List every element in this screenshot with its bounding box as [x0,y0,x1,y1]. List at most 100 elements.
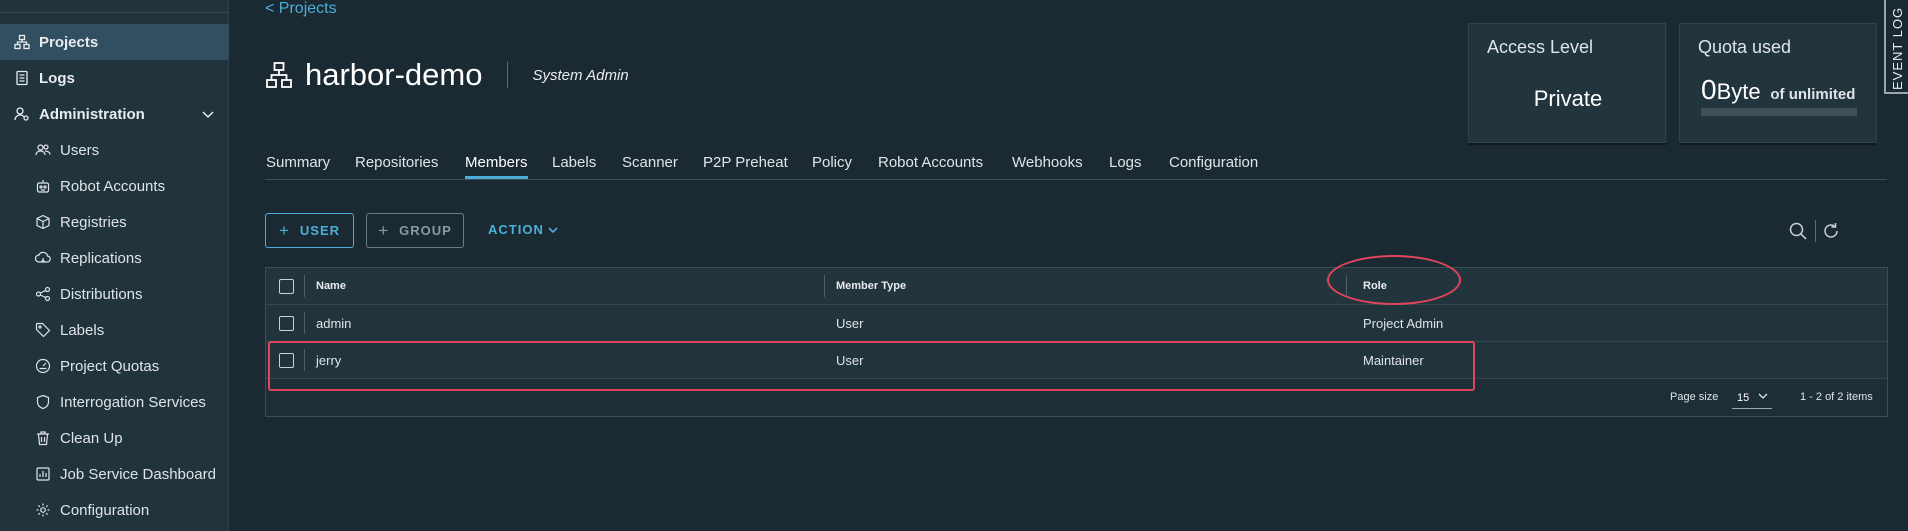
sidebar-item-project-quotas[interactable]: Project Quotas [0,348,229,384]
trash-icon [35,430,51,446]
tab-members[interactable]: Members [465,154,528,179]
sidebar-item-label: Replications [60,249,142,267]
users-icon [35,142,51,158]
administration-icon [14,106,30,122]
gear-icon [35,502,51,518]
distributions-icon [35,286,51,302]
sidebar-item-label: Projects [39,33,99,51]
tab-scanner[interactable]: Scanner [622,154,678,179]
robot-icon [35,178,51,194]
member-role: Project Admin [1363,315,1444,331]
jerry-row-highlight-box [268,341,1475,391]
sidebar-item-administration[interactable]: Administration [0,96,229,132]
tab-summary[interactable]: Summary [266,154,330,179]
tab-logs[interactable]: Logs [1109,154,1142,179]
project-icon [266,62,292,88]
sidebar-item-clean-up[interactable]: Clean Up [0,420,229,456]
page-size-label: Page size [1670,391,1719,403]
tab-labels[interactable]: Labels [552,154,596,179]
sidebar-item-label: Distributions [60,285,143,303]
add-group-label: GROUP [399,223,452,238]
member-name: admin [316,315,352,331]
project-tabs: Summary Repositories Members Labels Scan… [265,150,1887,180]
select-all-checkbox[interactable] [279,279,294,294]
sidebar-item-label: Configuration [60,501,150,519]
table-row[interactable]: admin User Project Admin [266,305,1887,342]
column-header-name[interactable]: Name [316,268,346,304]
tab-webhooks[interactable]: Webhooks [1012,154,1083,179]
plus-icon: + [278,220,290,240]
search-icon[interactable] [1788,221,1808,241]
shield-icon [35,394,51,410]
column-divider [304,312,305,334]
sidebar-item-label: Administration [39,105,145,123]
sidebar-item-job-service-dashboard[interactable]: Job Service Dashboard [0,456,229,492]
sidebar: Projects Logs Administration Users Robot… [0,0,229,531]
quotas-icon [35,358,51,374]
sidebar-item-label: Labels [60,321,105,339]
column-divider [304,275,305,297]
chevron-down-icon [1758,393,1768,399]
quota-progress-bar [1701,108,1857,116]
page-title: harbor-demo [305,57,483,92]
toolbar-divider [1815,220,1816,242]
table-header: Name Member Type Role [266,268,1887,305]
quota-used-value: 0Byte of unlimited [1701,74,1855,106]
sidebar-item-projects[interactable]: Projects [0,24,229,60]
quota-limit: of unlimited [1770,86,1856,103]
row-checkbox[interactable] [279,316,294,331]
access-level-title: Access Level [1487,37,1594,57]
chevron-down-icon [548,226,558,233]
sidebar-item-labels[interactable]: Labels [0,312,229,348]
refresh-icon[interactable] [1821,221,1841,241]
action-dropdown[interactable]: ACTION [488,222,559,237]
sidebar-item-label: Logs [39,69,75,87]
tab-policy[interactable]: Policy [812,154,852,179]
tab-configuration[interactable]: Configuration [1169,154,1258,179]
page-size-value: 15 [1737,392,1750,404]
sidebar-item-label: Job Service Dashboard [60,465,216,483]
tab-robot-accounts[interactable]: Robot Accounts [878,154,983,179]
pagination-count: 1 - 2 of 2 items [1800,391,1873,403]
sidebar-divider [0,12,229,13]
quota-used-card: Quota used 0Byte of unlimited [1679,23,1877,143]
sidebar-item-registries[interactable]: Registries [0,204,229,240]
action-label: ACTION [488,222,544,237]
add-group-button[interactable]: + GROUP [366,213,464,248]
dashboard-icon [35,466,51,482]
member-type: User [836,315,864,331]
page-size-select[interactable]: 15 [1732,389,1772,409]
sidebar-item-robot-accounts[interactable]: Robot Accounts [0,168,229,204]
sidebar-item-label: Registries [60,213,127,231]
sidebar-item-distributions[interactable]: Distributions [0,276,229,312]
access-level-card: Access Level Private [1468,23,1666,143]
access-level-value: Private [1533,86,1603,111]
sidebar-item-users[interactable]: Users [0,132,229,168]
logs-icon [14,70,30,86]
tab-repositories[interactable]: Repositories [355,154,438,179]
sidebar-item-label: Robot Accounts [60,177,166,195]
column-header-member-type[interactable]: Member Type [836,268,906,304]
replications-icon [35,250,51,266]
quota-amount: 0 [1701,74,1717,105]
page-title-row: harbor-demo System Admin [265,57,629,93]
sidebar-item-interrogation-services[interactable]: Interrogation Services [0,384,229,420]
sidebar-item-logs[interactable]: Logs [0,60,229,96]
add-user-label: USER [299,223,341,238]
registries-icon [35,214,51,230]
labels-icon [35,322,51,338]
add-user-button[interactable]: + USER [265,213,354,248]
tab-p2p-preheat[interactable]: P2P Preheat [703,154,788,179]
sidebar-item-label: Clean Up [60,429,123,447]
chevron-down-icon [202,111,214,119]
quota-used-title: Quota used [1698,37,1792,57]
column-divider [824,275,825,297]
sidebar-item-replications[interactable]: Replications [0,240,229,276]
role-highlight-ellipse [1327,255,1461,305]
sidebar-item-configuration[interactable]: Configuration [0,492,229,528]
sidebar-item-label: Project Quotas [60,357,160,375]
plus-icon: + [378,220,390,240]
event-log-tab[interactable]: EVENT LOG [1884,0,1908,94]
user-role: System Admin [532,66,629,84]
back-to-projects-link[interactable]: < Projects [265,0,337,18]
